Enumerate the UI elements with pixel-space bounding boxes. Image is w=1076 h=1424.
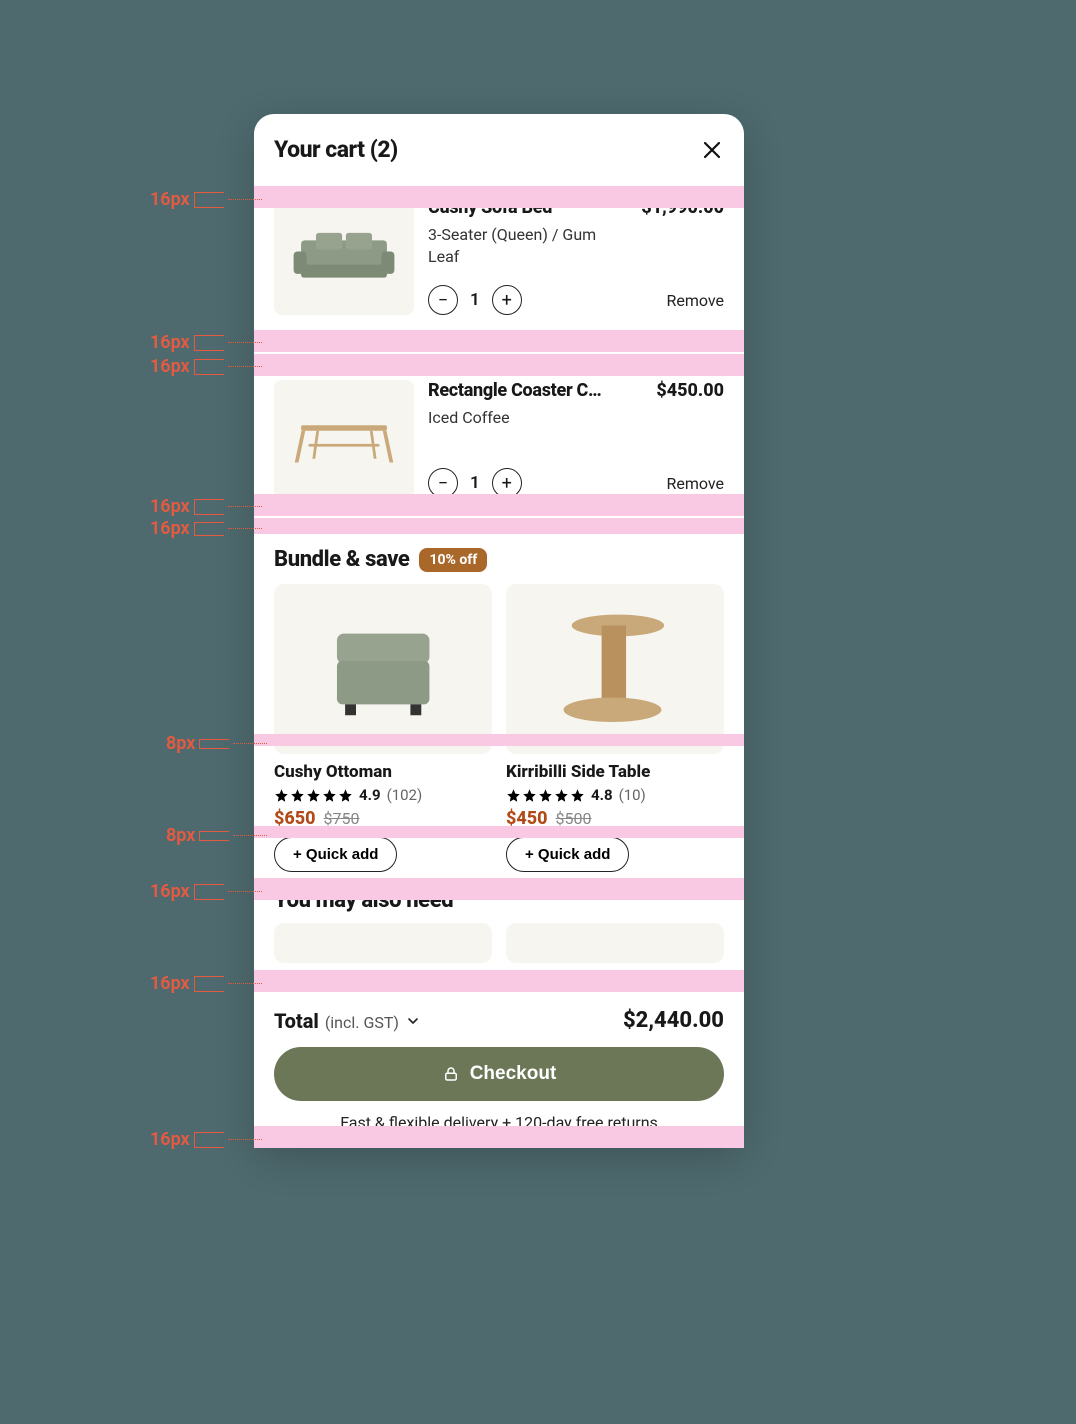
checkout-label: Checkout [470, 1063, 557, 1085]
product-name: Cushy Ottoman [274, 762, 492, 782]
rating-count: (10) [619, 786, 646, 804]
spacing-label: 8px [166, 733, 267, 754]
spacing-label: 16px [150, 356, 262, 377]
cart-header: Your cart (2) [254, 114, 744, 181]
spacing-stripe [254, 354, 744, 376]
total-label: Total [274, 1009, 319, 1033]
cart-footer: Total (incl. GST) $2,440.00 Checkout Fas… [254, 992, 744, 1148]
product-rating: 4.9 (102) [274, 786, 492, 804]
cart-item: Rectangle Coaster C… $450.00 Iced Coffee… [254, 364, 744, 514]
spacing-label: 16px [150, 496, 262, 517]
spacing-label: 16px [150, 189, 262, 210]
spacing-stripe [254, 1126, 744, 1148]
spacing-label: 16px [150, 973, 262, 994]
remove-button[interactable]: Remove [666, 291, 724, 310]
rating-value: 4.9 [359, 786, 381, 804]
total-amount: $2,440.00 [623, 1008, 724, 1033]
quick-add-button[interactable]: + Quick add [506, 837, 629, 872]
spacing-stripe [254, 970, 744, 992]
ottoman-icon [296, 601, 470, 737]
product-rating: 4.8 (10) [506, 786, 724, 804]
total-sub: (incl. GST) [325, 1013, 399, 1032]
spacing-stripe [254, 186, 744, 208]
close-button[interactable] [700, 138, 724, 162]
qty-value: 1 [470, 473, 480, 493]
qty-plus-button[interactable]: + [492, 285, 522, 315]
coffee-table-icon [288, 392, 400, 486]
cart-title: Your cart (2) [274, 136, 398, 163]
discount-badge: 10% off [419, 548, 487, 572]
star-icon [274, 788, 353, 803]
cart-item-price: $450.00 [656, 380, 724, 401]
bundle-section-header: Bundle & save 10% off [254, 547, 744, 584]
cart-item-details: Rectangle Coaster C… $450.00 Iced Coffee… [428, 380, 724, 498]
chevron-down-icon [405, 1013, 421, 1034]
cart-item-variant: 3-Seater (Queen) / Gum Leaf [428, 224, 628, 267]
spacing-label: 16px [150, 1129, 262, 1150]
cart-panel: Your cart (2) Cushy Sofa Bed $1 [254, 114, 744, 1148]
checkout-button[interactable]: Checkout [274, 1047, 724, 1101]
lock-icon [442, 1065, 460, 1083]
cart-item-name: Rectangle Coaster C… [428, 380, 601, 401]
cart-item-details: Cushy Sofa Bed $1,990.00 3-Seater (Queen… [428, 197, 724, 315]
qty-minus-button[interactable]: − [428, 285, 458, 315]
product-placeholder[interactable] [274, 923, 492, 963]
spacing-stripe [254, 878, 744, 900]
rating-value: 4.8 [591, 786, 613, 804]
spacing-label: 16px [150, 518, 262, 539]
cart-body: Cushy Sofa Bed $1,990.00 3-Seater (Queen… [254, 181, 744, 992]
product-placeholder[interactable] [506, 923, 724, 963]
qty-value: 1 [470, 290, 480, 310]
quick-add-button[interactable]: + Quick add [274, 837, 397, 872]
spacing-label: 16px [150, 881, 262, 902]
spacing-label: 16px [150, 332, 262, 353]
spacing-label: 8px [166, 825, 267, 846]
star-icon [506, 788, 585, 803]
product-thumbnail[interactable] [274, 380, 414, 498]
sofa-icon [288, 209, 400, 303]
spacing-stripe [254, 826, 744, 838]
product-thumbnail[interactable] [274, 197, 414, 315]
close-icon [700, 138, 724, 162]
side-table-icon [528, 601, 702, 737]
spacing-stripe [254, 734, 744, 746]
remove-button[interactable]: Remove [666, 474, 724, 493]
total-row[interactable]: Total (incl. GST) $2,440.00 [274, 1008, 724, 1033]
spacing-stripe [254, 494, 744, 516]
product-name: Kirribilli Side Table [506, 762, 724, 782]
cart-item-variant: Iced Coffee [428, 407, 628, 429]
product-image [274, 584, 492, 754]
spacing-stripe [254, 518, 744, 534]
bundle-title: Bundle & save [274, 547, 409, 572]
product-image [506, 584, 724, 754]
spacing-stripe [254, 330, 744, 352]
quantity-stepper: − 1 + [428, 285, 522, 315]
rating-count: (102) [387, 786, 423, 804]
